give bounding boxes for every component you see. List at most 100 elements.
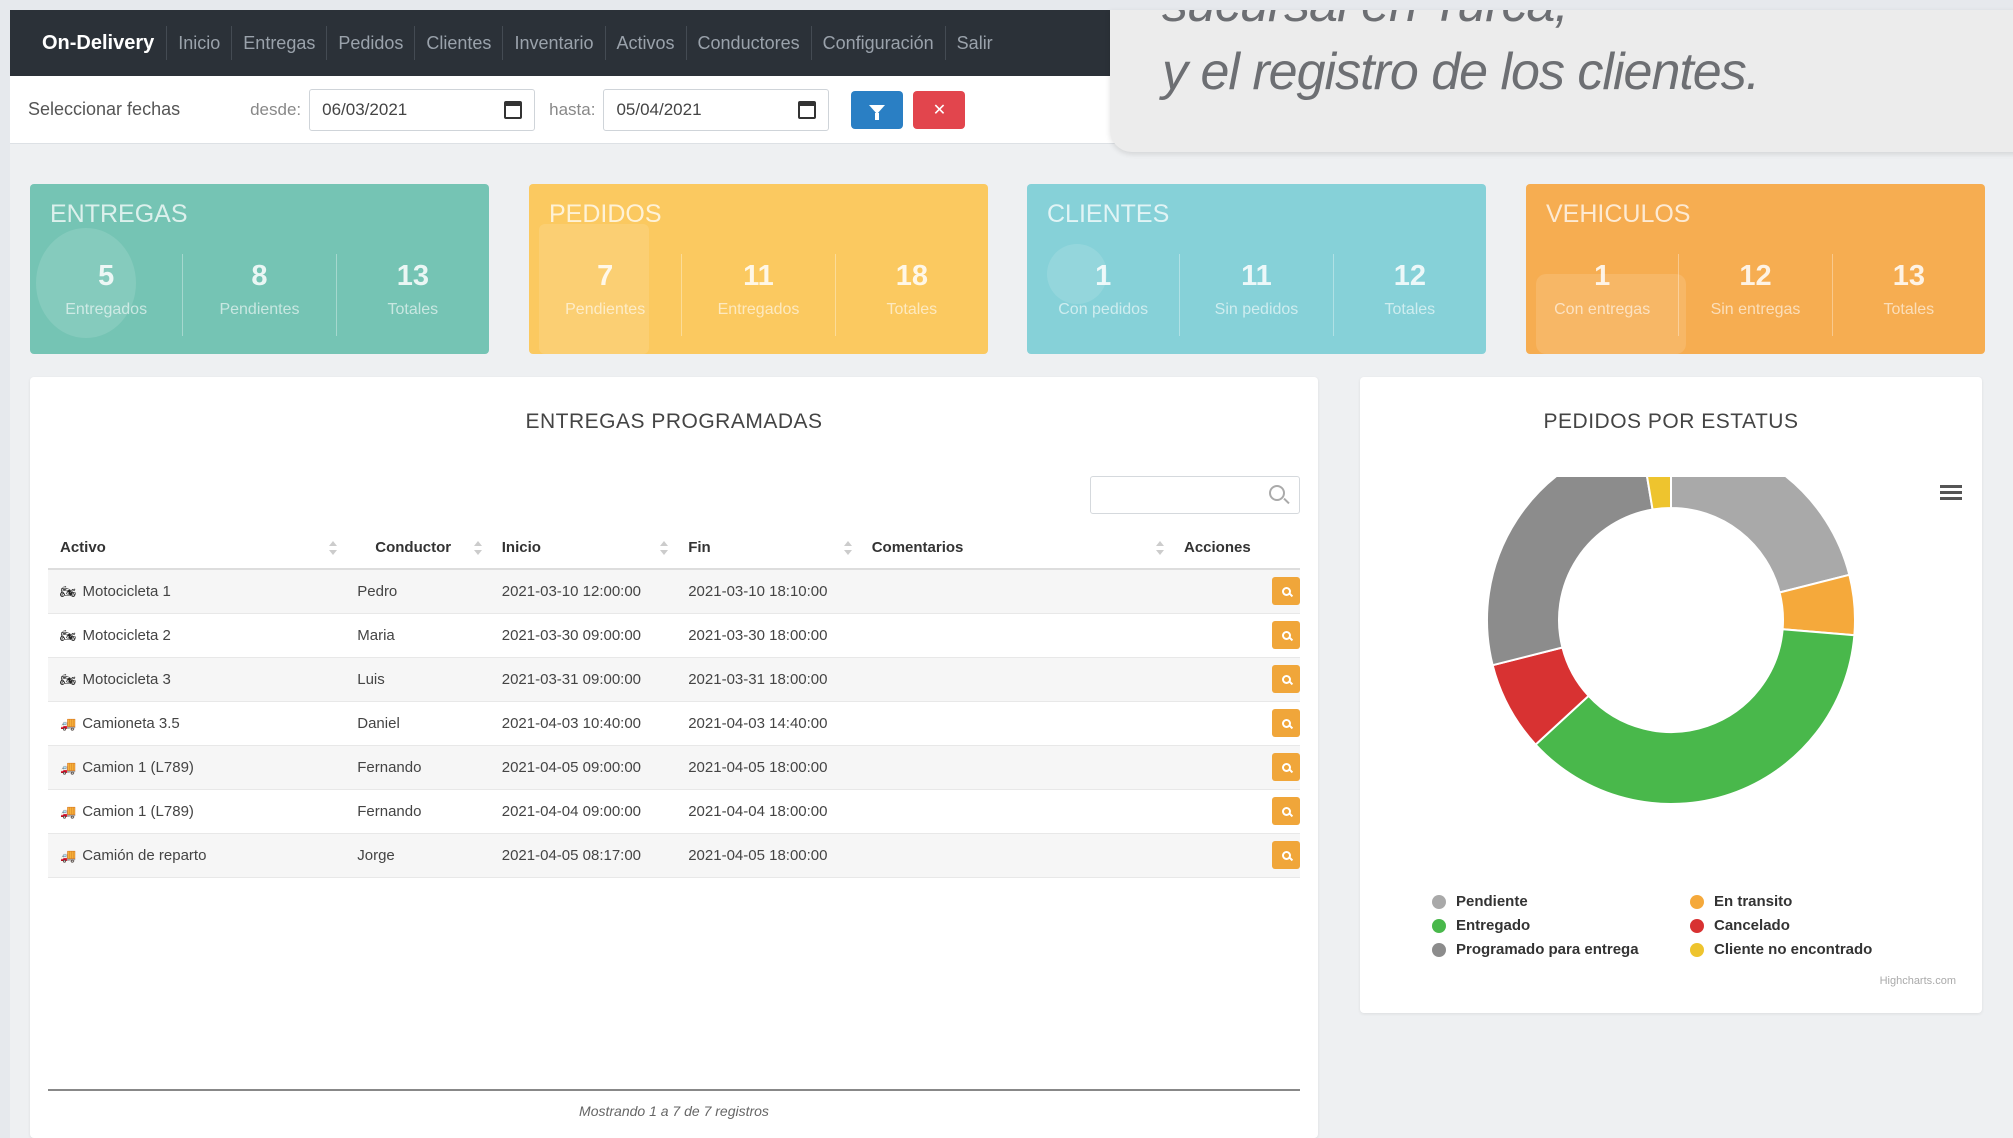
cell-activo: 🏍 Motocicleta 2 bbox=[48, 613, 346, 658]
search-icon bbox=[1281, 850, 1291, 860]
table-row: 🏍 Motocicleta 3 Luis 2021-03-31 09:00:00 202… bbox=[48, 657, 1300, 702]
column-header-inicio[interactable]: Inicio bbox=[489, 527, 677, 570]
view-button[interactable] bbox=[1272, 841, 1300, 869]
cell-inicio: 2021-03-10 12:00:00 bbox=[489, 569, 677, 614]
search-icon bbox=[1281, 762, 1291, 772]
nav-item-configuracion[interactable]: Configuración bbox=[810, 26, 945, 60]
close-icon: ✕ bbox=[932, 101, 947, 119]
kpi-value: 13 bbox=[396, 260, 429, 292]
donut-slice-programado-para-entrega[interactable] bbox=[1486, 477, 1654, 667]
legend-item[interactable]: Programado para entrega bbox=[1432, 941, 1639, 958]
column-header-fin[interactable]: Fin bbox=[676, 527, 860, 570]
cell-inicio: 2021-03-31 09:00:00 bbox=[489, 657, 677, 702]
motorcycle-icon: 🏍 bbox=[60, 583, 77, 599]
kpi-title: CLIENTES bbox=[1047, 200, 1170, 228]
search-input[interactable] bbox=[1090, 476, 1300, 514]
sort-icon bbox=[843, 541, 852, 555]
legend-item[interactable]: En transito bbox=[1690, 893, 1792, 910]
kpi-title: PEDIDOS bbox=[549, 200, 662, 228]
from-date-input[interactable]: 06/03/2021 bbox=[309, 88, 536, 131]
kpi-label: Totales bbox=[387, 301, 439, 318]
legend-dot-icon bbox=[1432, 894, 1446, 909]
nav-item-entregas[interactable]: Entregas bbox=[231, 26, 326, 60]
caption-overlay: sucursal en Turca, y el registro de los … bbox=[1110, 10, 2013, 152]
legend-item[interactable]: Pendiente bbox=[1432, 893, 1528, 910]
legend-item[interactable]: Entregado bbox=[1432, 917, 1530, 934]
kpi-stat: 13 Totales bbox=[1831, 254, 1985, 336]
caption-line-1: sucursal en Turca, bbox=[1162, 10, 1569, 34]
brand-logo[interactable]: On-Delivery bbox=[42, 32, 154, 55]
kpi-label: Sin entregas bbox=[1710, 301, 1801, 318]
kpi-stat: 11 Sin pedidos bbox=[1179, 254, 1332, 336]
view-button[interactable] bbox=[1272, 665, 1300, 693]
legend-label: Entregado bbox=[1456, 917, 1531, 934]
kpi-stat: 1 Con pedidos bbox=[1027, 254, 1179, 336]
kpi-stat: 5 Entregados bbox=[30, 254, 182, 336]
cell-comentarios bbox=[859, 569, 1172, 614]
to-date-input[interactable]: 05/04/2021 bbox=[603, 88, 830, 131]
cell-fin: 2021-04-05 18:00:00 bbox=[676, 833, 860, 878]
search-icon bbox=[1281, 674, 1291, 684]
legend-item[interactable]: Cancelado bbox=[1690, 917, 1790, 934]
view-button[interactable] bbox=[1272, 797, 1300, 825]
view-button[interactable] bbox=[1272, 709, 1300, 737]
cell-acciones bbox=[1172, 657, 1300, 702]
legend-item[interactable]: Cliente no encontrado bbox=[1690, 941, 1872, 958]
table-row: 🏍 Motocicleta 2 Maria 2021-03-30 09:00:00 20… bbox=[48, 613, 1300, 658]
cell-activo: 🚚 Camion 1 (L789) bbox=[48, 745, 346, 790]
cell-fin: 2021-03-31 18:00:00 bbox=[676, 657, 860, 702]
table-header-row: Activo Conductor Inicio Fin Comentarios … bbox=[48, 527, 1300, 570]
nav-item-clientes[interactable]: Clientes bbox=[414, 26, 502, 60]
view-button[interactable] bbox=[1272, 577, 1300, 606]
legend-dot-icon bbox=[1690, 918, 1704, 933]
cell-inicio: 2021-04-05 08:17:00 bbox=[489, 833, 677, 878]
table-info: Mostrando 1 a 7 de 7 registros bbox=[579, 1103, 769, 1119]
from-label: desde: bbox=[250, 99, 302, 119]
legend-label: Cancelado bbox=[1714, 917, 1790, 934]
legend-label: Programado para entrega bbox=[1456, 941, 1639, 958]
filter-title: Seleccionar fechas bbox=[28, 99, 181, 119]
donut-slice-pendiente[interactable] bbox=[1670, 477, 1851, 594]
legend-label: Cliente no encontrado bbox=[1714, 941, 1873, 958]
kpi-value: 12 bbox=[1739, 260, 1772, 292]
nav-item-activos[interactable]: Activos bbox=[604, 26, 686, 60]
kpi-stat: 11 Entregados bbox=[681, 254, 834, 336]
kpi-stat: 12 Totales bbox=[1332, 254, 1486, 336]
calendar-icon[interactable] bbox=[798, 100, 817, 119]
calendar-icon[interactable] bbox=[504, 100, 523, 119]
view-button[interactable] bbox=[1272, 621, 1300, 649]
cell-inicio: 2021-04-05 09:00:00 bbox=[489, 745, 677, 790]
clear-filter-button[interactable]: ✕ bbox=[913, 90, 966, 129]
legend-dot-icon bbox=[1432, 942, 1446, 957]
kpi-value: 5 bbox=[98, 260, 115, 292]
to-date-value: 05/04/2021 bbox=[616, 99, 702, 119]
kpi-value: 1 bbox=[1594, 260, 1611, 292]
kpi-value: 18 bbox=[895, 260, 928, 292]
nav-item-conductores[interactable]: Conductores bbox=[685, 26, 811, 60]
nav-item-inventario[interactable]: Inventario bbox=[502, 26, 604, 60]
orders-by-status-panel: PEDIDOS POR ESTATUS Pendiente En transito… bbox=[1360, 377, 1982, 1013]
search-icon bbox=[1281, 718, 1291, 728]
cell-conductor: Jorge bbox=[345, 833, 490, 878]
kpi-value: 1 bbox=[1095, 260, 1112, 292]
kpi-label: Entregados bbox=[65, 301, 148, 318]
apply-filter-button[interactable] bbox=[851, 90, 904, 129]
cell-fin: 2021-04-03 14:40:00 bbox=[676, 701, 860, 746]
cell-acciones bbox=[1172, 569, 1300, 614]
nav-item-pedidos[interactable]: Pedidos bbox=[326, 26, 414, 60]
cell-conductor: Pedro bbox=[345, 569, 490, 614]
view-button[interactable] bbox=[1272, 753, 1300, 781]
column-header-activo[interactable]: Activo bbox=[48, 527, 346, 570]
column-header-comentarios[interactable]: Comentarios bbox=[859, 527, 1172, 570]
kpi-card-clientes: CLIENTES 1 Con pedidos 11 Sin pedidos 12 To… bbox=[1027, 184, 1486, 354]
donut-slice-entregado[interactable] bbox=[1534, 628, 1856, 805]
column-header-acciones: Acciones bbox=[1172, 527, 1300, 570]
column-header-conductor[interactable]: Conductor bbox=[345, 527, 490, 570]
kpi-value: 8 bbox=[251, 260, 268, 292]
nav-item-inicio[interactable]: Inicio bbox=[166, 26, 231, 60]
nav-item-salir[interactable]: Salir bbox=[944, 26, 1004, 60]
cell-conductor: Daniel bbox=[345, 701, 490, 746]
truck-icon: 🚚 bbox=[60, 803, 77, 819]
cell-conductor: Maria bbox=[345, 613, 490, 658]
kpi-value: 11 bbox=[743, 260, 774, 292]
